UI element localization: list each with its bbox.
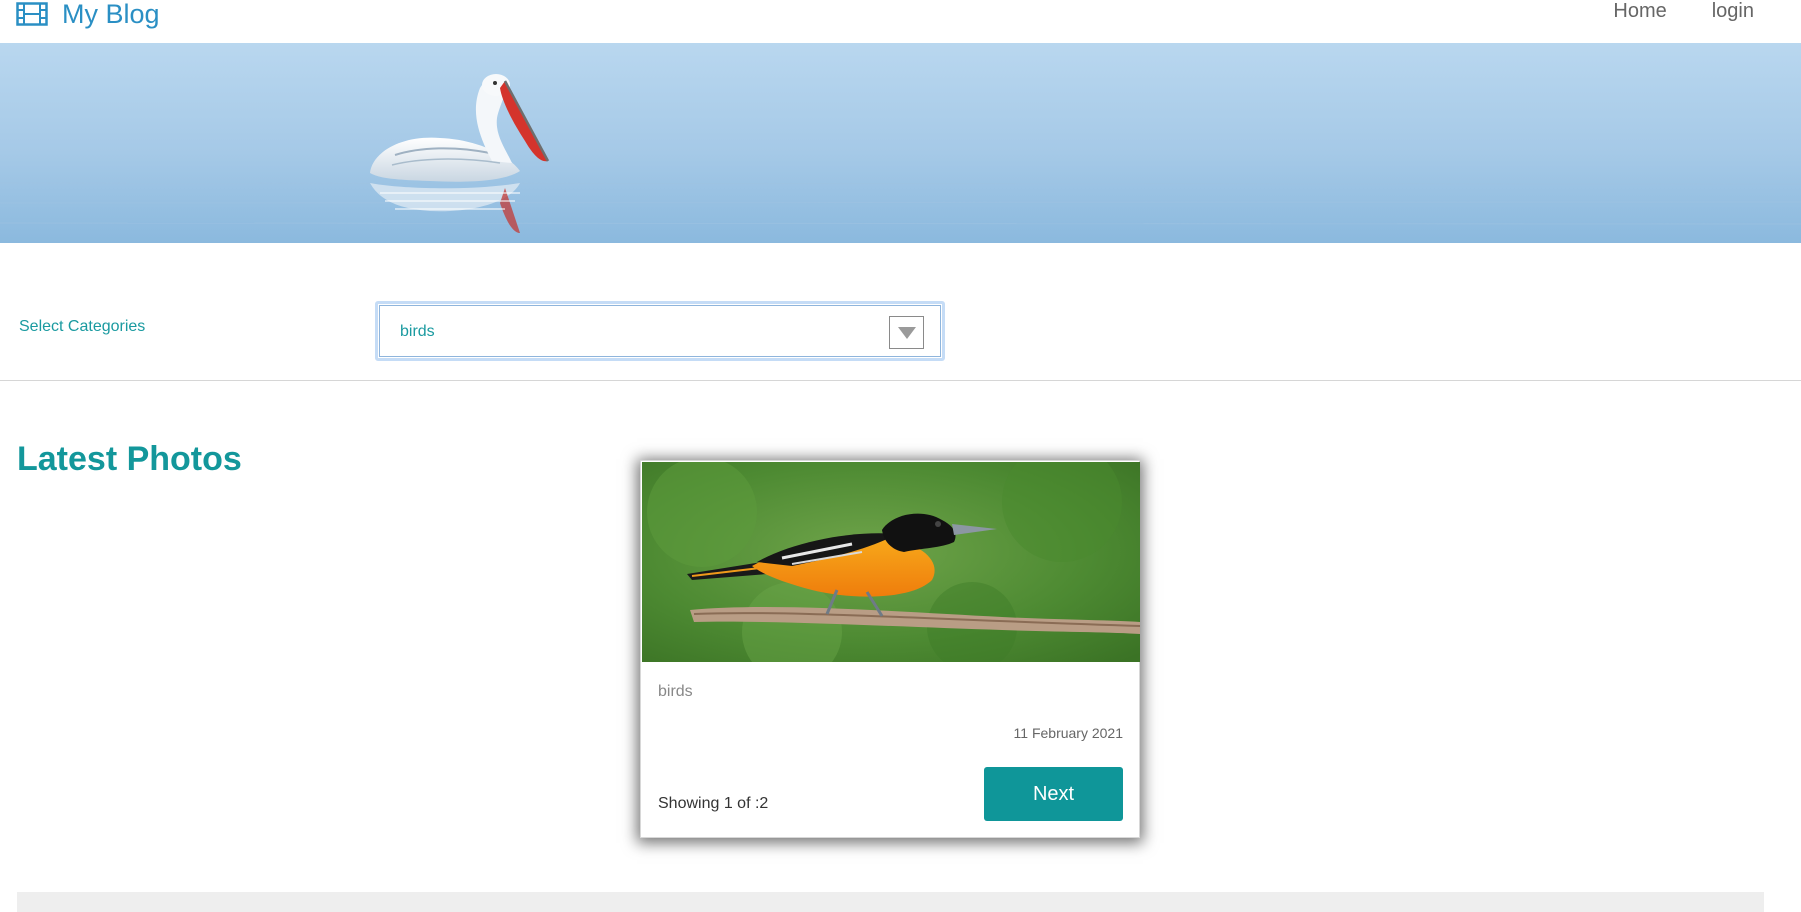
navbar: My Blog Home login	[0, 0, 1801, 43]
nav-link-home[interactable]: Home	[1613, 0, 1666, 23]
category-label: Select Categories	[19, 318, 146, 335]
hero-banner	[0, 43, 1801, 243]
pagination-status: Showing 1 of :2	[658, 795, 769, 812]
section-title: Latest Photos	[17, 440, 242, 478]
nav-links: Home login	[1613, 0, 1754, 26]
card-date: 11 February 2021	[1013, 725, 1123, 741]
category-select[interactable]: birds	[375, 301, 945, 361]
category-select-value: birds	[400, 323, 435, 340]
footer-strip	[17, 892, 1764, 912]
photo-card: birds 11 February 2021 Showing 1 of :2 N…	[640, 460, 1140, 838]
category-select-box[interactable]: birds	[379, 305, 941, 357]
card-category: birds	[658, 683, 693, 700]
pelican-image	[0, 43, 1801, 243]
next-button[interactable]: Next	[984, 767, 1123, 821]
brand-title: My Blog	[62, 0, 160, 29]
film-icon	[16, 2, 48, 26]
chevron-down-icon[interactable]	[889, 316, 924, 349]
nav-link-login[interactable]: login	[1712, 0, 1754, 23]
category-filter: Select Categories birds	[0, 243, 1801, 381]
card-photo	[642, 462, 1140, 662]
brand-link[interactable]: My Blog	[16, 0, 160, 32]
